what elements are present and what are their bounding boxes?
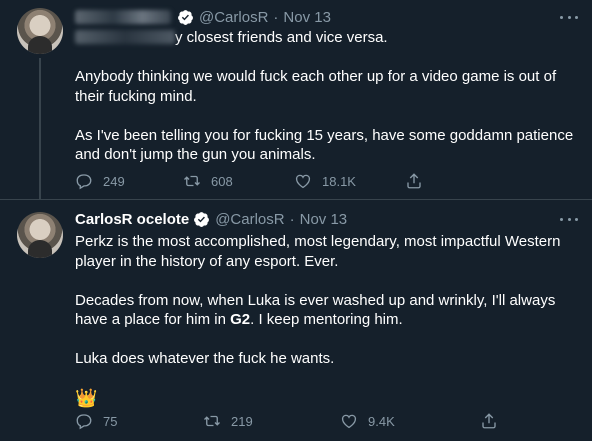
- tweet-2[interactable]: CarlosR ocelote @CarlosR · Nov 13 Perkz …: [0, 200, 592, 441]
- more-icon[interactable]: [560, 14, 578, 20]
- separator-dot: ·: [273, 8, 279, 26]
- retweet-count: 608: [211, 173, 233, 189]
- bold-text: G2: [230, 311, 251, 328]
- reply-count: 75: [103, 413, 118, 429]
- tweet-actions: 75 219 9.4K: [75, 412, 505, 432]
- retweet-icon: [204, 415, 220, 427]
- like-button[interactable]: 18.1K: [294, 172, 356, 190]
- tweet-date[interactable]: Nov 13: [300, 211, 348, 228]
- reply-icon: [76, 174, 92, 190]
- share-icon: [482, 413, 496, 429]
- retweet-icon: [184, 175, 200, 187]
- blurred-name: [75, 10, 171, 24]
- thread-line: [39, 58, 41, 200]
- verified-badge-icon: [194, 211, 210, 227]
- avatar[interactable]: [17, 212, 63, 258]
- tweet-paragraph: y closest friends and vice versa.: [75, 28, 580, 48]
- tweet-date[interactable]: Nov 13: [283, 9, 331, 26]
- author-handle[interactable]: @CarlosR: [215, 211, 284, 228]
- tweet-text: y closest friends and vice versa. Anybod…: [75, 28, 580, 165]
- retweet-button[interactable]: 219: [203, 412, 253, 430]
- reply-button[interactable]: 75: [75, 412, 117, 430]
- like-icon: [295, 174, 311, 189]
- reply-icon: [76, 414, 92, 430]
- tweet-header: @CarlosR · Nov 13: [75, 7, 331, 27]
- retweet-button[interactable]: 608: [183, 172, 233, 190]
- tweet-paragraph: Luka does whatever the fuck he wants.: [75, 350, 335, 367]
- retweet-count: 219: [231, 413, 253, 429]
- more-icon[interactable]: [560, 216, 578, 222]
- tweet-paragraph: Decades from now, when Luka is ever wash…: [75, 291, 556, 329]
- share-icon: [407, 173, 421, 189]
- like-icon: [341, 414, 357, 429]
- share-button[interactable]: [480, 412, 508, 430]
- author-name[interactable]: CarlosR ocelote: [75, 211, 189, 228]
- reply-button[interactable]: 249: [75, 172, 125, 190]
- like-count: 18.1K: [322, 173, 356, 189]
- blurred-text: [75, 30, 175, 44]
- tweet-1[interactable]: @CarlosR · Nov 13 y closest friends and …: [0, 0, 592, 200]
- reply-count: 249: [103, 173, 125, 189]
- like-count: 9.4K: [368, 413, 395, 429]
- tweet-actions: 249 608 18.1K: [75, 172, 505, 192]
- crown-emoji: 👑: [75, 388, 98, 408]
- tweet-paragraph: Perkz is the most accomplished, most leg…: [75, 233, 561, 270]
- author-handle[interactable]: @CarlosR: [199, 9, 268, 26]
- separator-dot: ·: [289, 210, 295, 228]
- tweet-header: CarlosR ocelote @CarlosR · Nov 13: [75, 209, 347, 229]
- tweet-text: Perkz is the most accomplished, most leg…: [75, 232, 580, 408]
- share-button[interactable]: [405, 172, 433, 190]
- tweet-paragraph: Anybody thinking we would fuck each othe…: [75, 68, 557, 105]
- verified-badge-icon: [178, 9, 193, 25]
- like-button[interactable]: 9.4K: [340, 412, 395, 430]
- avatar[interactable]: [17, 8, 63, 54]
- tweet-paragraph: As I've been telling you for fucking 15 …: [75, 126, 574, 164]
